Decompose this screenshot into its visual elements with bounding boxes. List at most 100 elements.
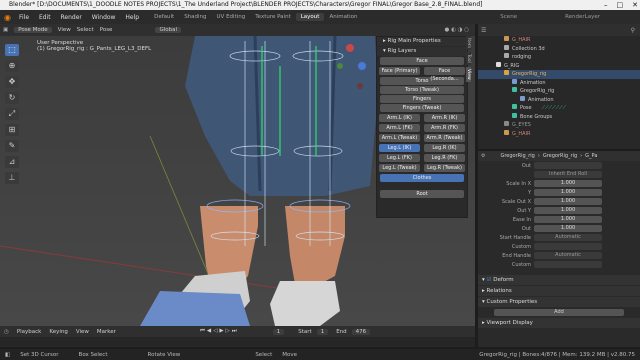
- measure-icon[interactable]: ⊿: [5, 156, 19, 168]
- blender-logo-icon[interactable]: ◉: [4, 13, 11, 22]
- timeline-track[interactable]: [0, 337, 475, 346]
- relations-panel[interactable]: ▸ Relations: [478, 286, 640, 296]
- timeline-view-menu[interactable]: View: [76, 329, 89, 335]
- shading-icons[interactable]: ● ◐ ◑ ○: [445, 27, 469, 33]
- outliner-row[interactable]: Animation: [478, 78, 640, 88]
- add-property-button[interactable]: Add: [494, 308, 624, 316]
- outliner-row[interactable]: G_HAIR: [478, 129, 640, 139]
- breadcrumb-bone[interactable]: G_Pa: [585, 153, 597, 159]
- breadcrumb-armature[interactable]: GregorRig_rig: [543, 153, 577, 159]
- editor-type-icon[interactable]: ▣: [3, 27, 8, 33]
- tab-animation[interactable]: Animation: [324, 13, 362, 21]
- current-frame-field[interactable]: 1: [272, 328, 285, 335]
- pose-tool-icon[interactable]: ⊥: [5, 172, 19, 184]
- annotate-icon[interactable]: ✎: [5, 140, 19, 152]
- tab-layout[interactable]: Layout: [295, 13, 325, 21]
- layer-leg-l-fk-button[interactable]: Leg.L (FK): [379, 154, 420, 162]
- outliner-row[interactable]: Collection 3d: [478, 44, 640, 54]
- close-icon[interactable]: ✕: [632, 0, 638, 10]
- rotate-icon[interactable]: ↻: [5, 92, 19, 104]
- layer-leg-r-ik-button[interactable]: Leg.R (IK): [424, 144, 465, 152]
- outliner-row[interactable]: G_EYES: [478, 121, 640, 130]
- menu-file[interactable]: File: [19, 14, 29, 21]
- layer-leg-r-tweak-button[interactable]: Leg.R (Tweak): [424, 164, 465, 172]
- minimize-icon[interactable]: –: [604, 0, 608, 10]
- outliner-row[interactable]: GregorRig_rig: [478, 87, 640, 96]
- layer-torso-tweak-button[interactable]: Torso (Tweak): [380, 86, 464, 94]
- scale-out-y-field[interactable]: 1.000: [534, 207, 602, 214]
- ease-out-field[interactable]: 1.000: [534, 225, 602, 232]
- keying-menu[interactable]: Keying: [49, 329, 67, 335]
- tab-uv-editing[interactable]: UV Editing: [212, 13, 251, 21]
- rig-layers-header[interactable]: ▾ Rig Layers: [377, 47, 467, 56]
- orientation-dropdown[interactable]: Global: [155, 27, 181, 33]
- ease-in-field[interactable]: 1.000: [534, 216, 602, 223]
- layer-arm-l-fk-button[interactable]: Arm.L (FK): [379, 124, 420, 132]
- start-frame-field[interactable]: 1: [316, 328, 329, 335]
- playback-menu[interactable]: Playback: [17, 329, 42, 335]
- marker-menu[interactable]: Marker: [97, 329, 116, 335]
- outliner-editor-icon[interactable]: ☰: [481, 27, 486, 34]
- rig-main-properties-header[interactable]: ▸ Rig Main Properties: [377, 37, 467, 46]
- deform-panel[interactable]: ▾ ☑ Deform: [478, 275, 640, 285]
- custom-properties-panel[interactable]: ▾ Custom Properties: [478, 297, 640, 307]
- end-handle-dropdown[interactable]: Automatic: [534, 252, 602, 259]
- layer-fingers-tweak-button[interactable]: Fingers (Tweak): [380, 104, 464, 112]
- custom-start-field[interactable]: [534, 243, 602, 250]
- mode-dropdown[interactable]: Pose Mode: [14, 27, 52, 33]
- move-icon[interactable]: ✥: [5, 76, 19, 88]
- playback-controls[interactable]: ⏮◀◁▶▷⏭: [200, 328, 239, 335]
- viewport-display-panel[interactable]: ▸ Viewport Display: [478, 318, 640, 328]
- outliner-row[interactable]: G_HAIR: [478, 36, 640, 45]
- tab-tool[interactable]: Tool: [466, 52, 471, 65]
- timeline-editor-icon[interactable]: ◷: [4, 329, 9, 335]
- tab-default[interactable]: Default: [149, 13, 179, 21]
- view-menu[interactable]: View: [58, 27, 71, 33]
- outliner-row[interactable]: Pose ⟋⟋⟋⟋⟋⟋⟋: [478, 104, 640, 113]
- custom-end-field[interactable]: [534, 261, 602, 268]
- transform-icon[interactable]: ⊞: [5, 124, 19, 136]
- layer-arm-r-ik-button[interactable]: Arm.R (IK): [424, 114, 465, 122]
- layer-arm-l-tweak-button[interactable]: Arm.L (Tweak): [379, 134, 420, 142]
- layer-clothes-button[interactable]: Clothes: [380, 174, 464, 182]
- layer-root-button[interactable]: Root: [380, 190, 464, 198]
- scale-in-y-field[interactable]: 1.000: [534, 189, 602, 196]
- outliner-row[interactable]: Animation: [478, 95, 640, 105]
- layer-arm-l-ik-button[interactable]: Arm.L (IK): [379, 114, 420, 122]
- layer-face-primary-button[interactable]: Face (Primary): [379, 67, 420, 75]
- layer-fingers-button[interactable]: Fingers: [380, 95, 464, 103]
- outliner-search-icon[interactable]: ⚲: [631, 27, 635, 34]
- end-frame-field[interactable]: 476: [351, 328, 371, 335]
- layer-arm-r-tweak-button[interactable]: Arm.R (Tweak): [424, 134, 465, 142]
- properties-editor-icon[interactable]: ⚙: [481, 153, 485, 159]
- menu-render[interactable]: Render: [61, 14, 82, 21]
- scale-out-x-field[interactable]: 1.000: [534, 198, 602, 205]
- layer-leg-r-fk-button[interactable]: Leg.R (FK): [424, 154, 465, 162]
- menu-window[interactable]: Window: [92, 14, 116, 21]
- layer-leg-l-ik-button[interactable]: Leg.L (IK): [379, 144, 420, 152]
- cursor-icon[interactable]: ⊕: [5, 60, 19, 72]
- layer-leg-l-tweak-button[interactable]: Leg.L (Tweak): [379, 164, 420, 172]
- maximize-icon[interactable]: □: [617, 0, 624, 10]
- renderlayer-selector[interactable]: RenderLayer: [565, 14, 600, 20]
- scale-icon[interactable]: ⤢: [5, 108, 19, 120]
- tab-shading[interactable]: Shading: [179, 13, 211, 21]
- outliner-row[interactable]: rodging: [478, 53, 640, 62]
- start-handle-dropdown[interactable]: Automatic: [534, 234, 602, 241]
- tab-item[interactable]: Item: [466, 36, 471, 51]
- outliner-row[interactable]: Bone Groups: [478, 112, 640, 122]
- menu-edit[interactable]: Edit: [39, 14, 51, 21]
- select-box-icon[interactable]: ⬚: [5, 44, 19, 56]
- outliner-row[interactable]: GregorRig_rig: [478, 70, 640, 79]
- layer-face-secondary-button[interactable]: Face (Seconda...: [424, 67, 465, 82]
- pose-menu[interactable]: Pose: [100, 27, 113, 33]
- menu-help[interactable]: Help: [125, 14, 139, 21]
- scene-selector[interactable]: Scene: [500, 14, 517, 20]
- tab-texture-paint[interactable]: Texture Paint: [250, 13, 296, 21]
- outliner-row[interactable]: G_RIG: [478, 61, 640, 71]
- scale-in-x-field[interactable]: 1.000: [534, 180, 602, 187]
- layer-face-button[interactable]: Face: [380, 57, 464, 65]
- select-menu[interactable]: Select: [77, 27, 94, 33]
- layer-arm-r-fk-button[interactable]: Arm.R (FK): [424, 124, 465, 132]
- breadcrumb-object[interactable]: GregorRig_rig: [500, 153, 534, 159]
